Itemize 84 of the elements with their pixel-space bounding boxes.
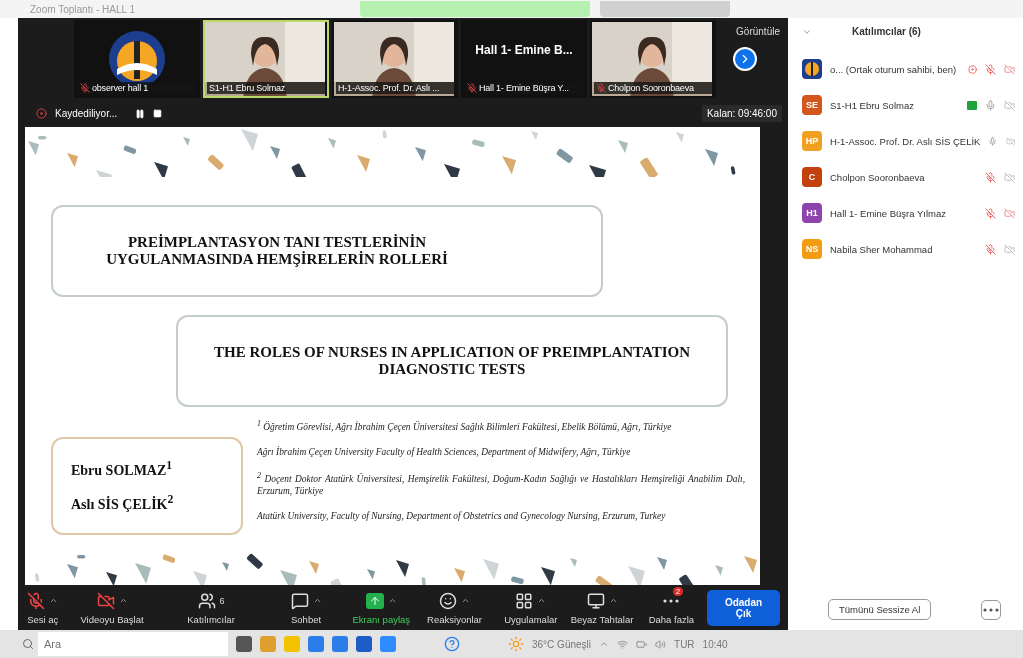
avatar: SE [802, 95, 822, 115]
toolbar-button[interactable]: Sohbet [265, 590, 347, 625]
apps-icon [515, 591, 534, 610]
avatar-logo-icon [802, 59, 822, 79]
pause-icon[interactable] [135, 108, 146, 119]
author-name: Ebru SOLMAZ$^{1}$ [71, 459, 174, 479]
more-icon [983, 607, 999, 612]
slide-title: THE ROLES OF NURSES IN APPLICATION OF PREIMPLANTATION [214, 344, 690, 361]
affiliation-text: Atatürk University, Faculty of Nursing, Department of Obstetrics and Gynecology Nursing, Erzurum, Turkey [257, 510, 667, 523]
author-name: Aslı SİS ÇELİK$^{2}$ [71, 493, 175, 513]
participant-row[interactable]: SE S1-H1 Ebru Solmaz [802, 87, 1015, 123]
window-title: Zoom Toplantı - HALL 1 [30, 3, 137, 15]
affiliation-text: $^{1}$ Öğretim Görevlisi, Ağrı İbrahim Çeçen Üniversitesi Sağlık Bilimleri Fakültesi, Ebelik Bölümü, Ağrı, Türkiye [257, 419, 673, 434]
toolbar-button[interactable]: Sesi aç [18, 590, 68, 625]
participant-name: S1-H1 Ebru Solmaz [830, 99, 915, 111]
whiteboard-icon [586, 591, 605, 610]
participant-count: 6 [219, 595, 225, 606]
participant-row[interactable]: NS Nabila Sher Mohammad [802, 231, 1015, 267]
video-tile[interactable]: Hall 1- Emine B... Hall 1- Emine Büşra Y... [461, 20, 587, 98]
slide-title: UYGULANMASINDA HEMŞİRELERİN ROLLERİ [106, 251, 448, 268]
search-icon [22, 638, 34, 650]
language-indicator: TUR [674, 638, 695, 650]
toolbar-button[interactable]: Reaksiyonlar [415, 590, 494, 625]
weather-text: 36°C Güneşli [532, 638, 592, 650]
caret-icon[interactable] [118, 596, 128, 605]
volume-icon [655, 638, 667, 650]
panel-title: Katılımcılar (6) [852, 26, 921, 37]
record-icon [36, 108, 47, 119]
affiliation-text: Ağrı İbrahim Çeçen University Faculty of Health Sciences, Department of Midwifery, Ağrı, Türkiye [257, 445, 632, 459]
video-tile[interactable]: Cholpon Sooronbaeva [590, 20, 716, 98]
toolbar-button[interactable]: Videoyu Başlat [67, 590, 157, 625]
next-page-button[interactable] [733, 47, 757, 71]
video-tile[interactable]: S1-H1 Ebru Solmaz [203, 20, 329, 98]
participant-name: Hall 1- Emine Büşra Yılmaz [830, 207, 947, 219]
toolbar-button[interactable]: 6 Katılımcılar [156, 590, 266, 625]
slide-title: DIAGNOSTIC TESTS [378, 361, 526, 378]
remaining-time: Kalan: 09:46:00 [701, 105, 782, 122]
participants-icon [197, 591, 216, 610]
participant-row[interactable]: C Cholpon Sooronbaeva [802, 159, 1015, 195]
participant-row[interactable]: H1 Hall 1- Emine Büşra Yılmaz [802, 195, 1015, 231]
toolbar-button[interactable]: Uygulamalar [493, 590, 569, 625]
participant-name: Nabila Sher Mohammad [830, 243, 934, 255]
wifi-icon [617, 638, 629, 650]
leave-button[interactable]: Odadan Çık [707, 589, 780, 626]
caret-icon[interactable] [387, 596, 397, 605]
caret-icon[interactable] [608, 596, 618, 605]
name-label: S1-H1 Ebru Solmaz [207, 82, 325, 94]
chat-icon [290, 591, 309, 610]
caret-icon[interactable] [49, 596, 59, 605]
name-label: H-1-Assoc. Prof. Dr. Aslı ... [336, 82, 454, 94]
search-field[interactable]: Ara [38, 632, 228, 656]
participant-row[interactable]: HP H-1-Assoc. Prof. Dr. Aslı SİS ÇELİK [802, 123, 1015, 159]
participant-row[interactable]: o... (Ortak oturum sahibi, ben) [802, 51, 1015, 87]
participant-name: Cholpon Sooronbaeva [830, 171, 926, 183]
video-tile[interactable]: observer hall 1 [74, 20, 200, 98]
avatar: NS [802, 239, 822, 259]
smile-icon [439, 591, 458, 610]
stop-icon[interactable] [153, 109, 163, 118]
avatar: H1 [802, 203, 822, 223]
video-tile[interactable]: H-1-Assoc. Prof. Dr. Aslı ... [332, 20, 458, 98]
weather-icon [508, 636, 524, 652]
recording-label: Kaydediliyor... [55, 108, 118, 119]
notification-badge: 2 [672, 586, 684, 596]
view-label[interactable]: Görüntüle [736, 26, 780, 37]
share-screen-icon [365, 592, 384, 609]
clock: 10:40 [702, 638, 728, 650]
toolbar-button[interactable]: Ekranı paylaş [346, 590, 416, 625]
more-button[interactable] [981, 599, 1001, 620]
slide-title: PREİMPLANTASYON TANI TESTLERİNİN [127, 234, 427, 251]
caret-icon[interactable] [537, 596, 547, 605]
help-icon[interactable] [444, 636, 460, 652]
more-icon [663, 598, 680, 603]
affiliation-text: $^{2}$ Doçent Doktor Atatürk Üniversitesi, Hemşirelik Fakültesi, Doğum-Kadın Sağlığı ve Hastalıkları Hemşireliği Anabilim Dalı, Erzurum, Türkiye [257, 470, 745, 498]
battery-icon [636, 638, 648, 650]
caret-icon[interactable] [461, 596, 471, 605]
participant-name: o... (Ortak oturum sahibi, ben) [830, 63, 958, 75]
avatar: HP [802, 131, 822, 151]
avatar: C [802, 167, 822, 187]
participant-name: H-1-Assoc. Prof. Dr. Aslı SİS ÇELİK [830, 135, 981, 147]
name-label: Cholpon Sooronbaeva [594, 82, 712, 94]
mute-all-button[interactable]: Tümünü Sessize Al [828, 599, 932, 620]
toolbar-button[interactable]: Beyaz Tahtalar [568, 590, 636, 625]
tile-name: Hall 1- Emine B... [475, 43, 573, 57]
caret-icon[interactable] [312, 596, 322, 605]
